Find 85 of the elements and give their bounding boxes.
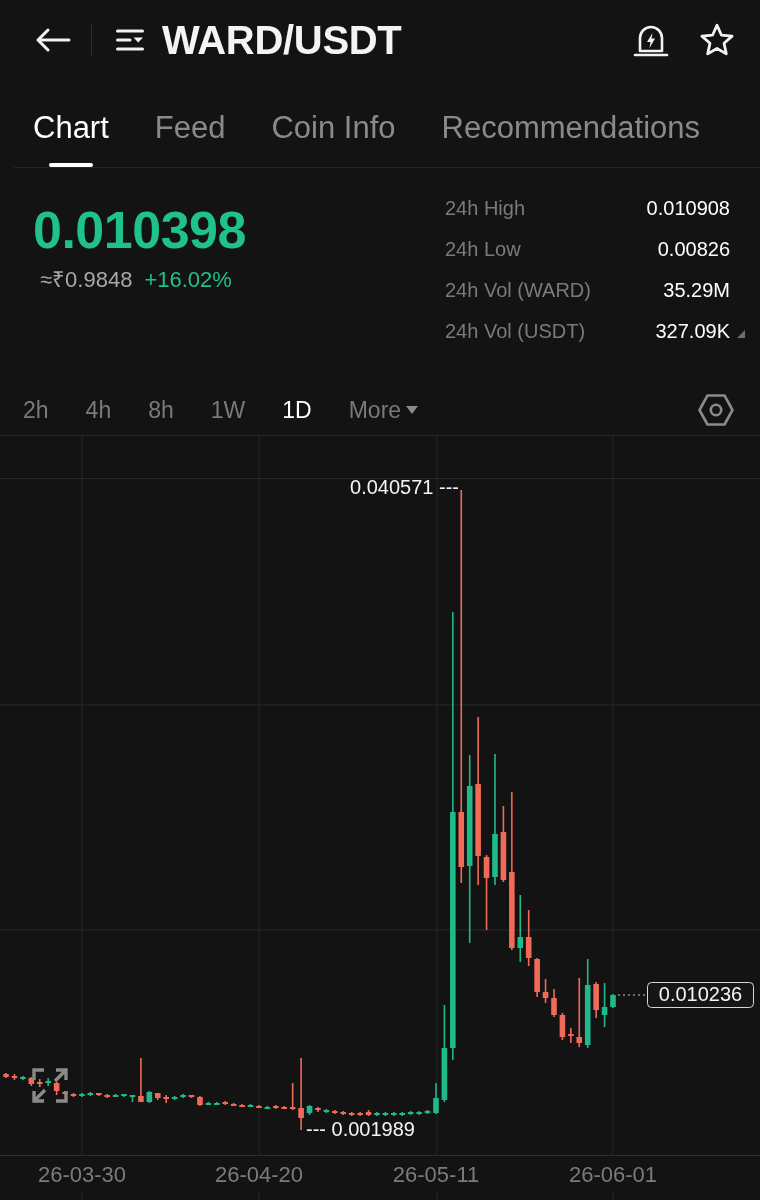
falling-candle xyxy=(559,1013,566,1040)
axis-date-label: 26-04-20 xyxy=(214,1161,304,1187)
back-icon[interactable] xyxy=(35,27,71,53)
low-price-label: --- 0.001989 xyxy=(306,1118,415,1141)
pair-title: WARD/USDT xyxy=(162,17,402,64)
falling-candle xyxy=(197,1096,203,1106)
stat-value: 35.29M xyxy=(663,277,730,302)
price-line xyxy=(617,994,647,996)
triangle-icon[interactable] xyxy=(737,330,745,338)
falling-candle xyxy=(163,1095,169,1103)
falling-candle xyxy=(534,958,540,997)
rising-candle xyxy=(264,1106,271,1109)
rising-candle xyxy=(424,1110,431,1114)
caret-icon xyxy=(406,405,419,414)
rising-candle xyxy=(416,1111,422,1115)
rising-candle xyxy=(433,1083,439,1114)
rising-candle xyxy=(129,1095,136,1102)
rising-candle xyxy=(146,1091,153,1103)
rising-candle xyxy=(87,1092,94,1096)
falling-candle xyxy=(332,1110,338,1114)
falling-candle xyxy=(138,1058,144,1102)
falling-candle xyxy=(11,1074,18,1080)
interval-tab[interactable]: 4h xyxy=(85,394,112,425)
falling-candle xyxy=(365,1110,372,1116)
falling-candle xyxy=(222,1101,228,1105)
interval-tab[interactable]: 1D xyxy=(282,394,312,425)
menu-icon[interactable] xyxy=(116,29,144,51)
rising-candle xyxy=(171,1096,178,1100)
axis-date-label: 26-06-01 xyxy=(568,1161,658,1187)
falling-candle xyxy=(230,1103,237,1106)
falling-candle xyxy=(104,1094,110,1098)
siren-icon[interactable] xyxy=(633,23,669,57)
tab[interactable]: Chart xyxy=(33,80,109,167)
rising-candle xyxy=(323,1109,330,1113)
rising-candle xyxy=(247,1104,254,1107)
rising-candle xyxy=(391,1112,397,1116)
falling-candle xyxy=(188,1095,195,1098)
tab[interactable]: Coin Info xyxy=(271,80,396,167)
high-price-label: 0.040571 --- xyxy=(350,476,459,499)
falling-candle xyxy=(273,1105,279,1109)
fiat-price: ≈₹0.9848 xyxy=(40,266,133,294)
stat-value: 327.09K xyxy=(655,318,730,343)
last-price-tag: 0.010236 xyxy=(647,982,754,1008)
falling-candle xyxy=(593,982,599,1018)
stat-value: 0.010908 xyxy=(646,195,730,220)
star-icon[interactable] xyxy=(699,23,735,57)
interval-tab[interactable]: 8h xyxy=(148,394,174,425)
stat-value: 0.00826 xyxy=(657,236,730,261)
rising-candle xyxy=(374,1112,380,1116)
rising-candle xyxy=(306,1105,313,1115)
stat-label: 24h Vol (WARD) xyxy=(445,277,591,302)
price-change: +16.02% xyxy=(144,266,232,294)
axis-date-label: 26-05-11 xyxy=(392,1161,480,1187)
falling-candle xyxy=(70,1093,77,1097)
stat-label: 24h Low xyxy=(445,236,521,261)
tab[interactable]: Recommendations xyxy=(441,80,701,167)
falling-candle xyxy=(315,1107,321,1112)
interval-tab[interactable]: 1W xyxy=(210,394,246,425)
stat-label: 24h High xyxy=(445,195,526,220)
rising-candle xyxy=(20,1076,26,1080)
rising-candle xyxy=(382,1112,389,1116)
falling-candle xyxy=(551,989,557,1017)
last-price: 0.010398 xyxy=(33,200,246,260)
falling-candle xyxy=(53,1082,60,1095)
rising-candle xyxy=(180,1094,186,1098)
axis-date-label: 26-03-30 xyxy=(37,1161,127,1187)
settings-icon[interactable] xyxy=(698,393,734,426)
stat-label: 24h Vol (USDT) xyxy=(445,318,586,343)
rising-candle xyxy=(610,994,616,1008)
rising-candle xyxy=(121,1094,127,1097)
falling-candle xyxy=(3,1073,9,1078)
rising-candle xyxy=(205,1102,212,1105)
falling-candle xyxy=(95,1093,102,1096)
falling-candle xyxy=(239,1104,245,1107)
rising-candle xyxy=(45,1078,51,1086)
rising-candle xyxy=(214,1102,220,1105)
falling-candle xyxy=(357,1112,363,1116)
rising-candle xyxy=(79,1093,85,1097)
interval-tab[interactable]: 2h xyxy=(23,394,49,425)
falling-candle xyxy=(256,1105,262,1108)
more-dropdown[interactable]: More xyxy=(348,394,419,425)
rising-candle xyxy=(112,1094,119,1097)
tab[interactable]: Feed xyxy=(154,80,226,167)
falling-candle xyxy=(155,1093,161,1100)
expand-icon[interactable] xyxy=(32,1068,68,1103)
